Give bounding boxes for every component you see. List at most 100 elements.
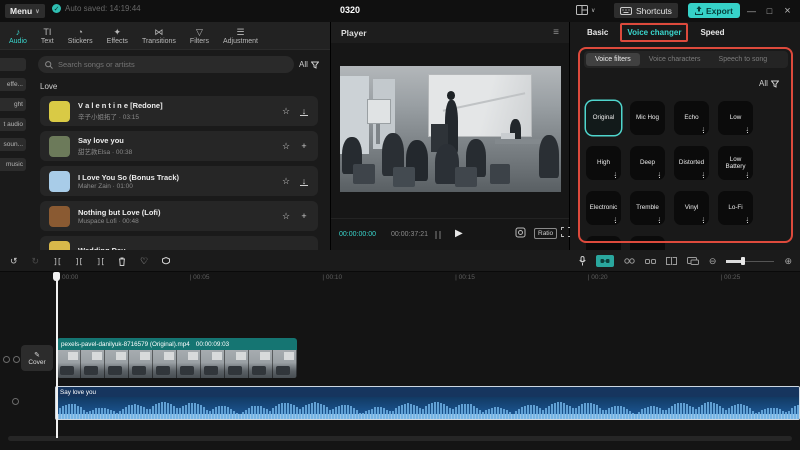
- play-button[interactable]: ▶: [455, 228, 463, 239]
- search-box[interactable]: [38, 56, 294, 73]
- voice-changer-subtab[interactable]: Voice characters: [640, 53, 710, 66]
- zoom-out-icon[interactable]: ⊖: [709, 256, 717, 267]
- add-to-track-icon[interactable]: +: [299, 211, 309, 221]
- library-tab[interactable]: ♪ Audio: [2, 27, 34, 45]
- library-tab[interactable]: TI Text: [34, 27, 61, 45]
- voice-filter-tile[interactable]: Deep ↓: [630, 146, 665, 180]
- song-card[interactable]: Say love you 甜艺款Elsa · 00:38 ☆ +: [40, 131, 318, 161]
- shortcuts-button[interactable]: Shortcuts: [614, 3, 678, 18]
- ratio-button[interactable]: Ratio: [534, 228, 557, 239]
- timeline-horizontal-scrollbar[interactable]: [8, 436, 792, 441]
- close-button[interactable]: ×: [780, 3, 795, 18]
- microphone-icon[interactable]: [579, 256, 586, 266]
- download-icon[interactable]: ↓: [299, 106, 309, 116]
- settings-tab[interactable]: Voice changer: [627, 28, 681, 37]
- mirror-icon[interactable]: ♡: [140, 257, 148, 266]
- split-icon[interactable]: ][: [53, 257, 61, 266]
- voice-filter-tile[interactable]: Mic Hog: [630, 101, 665, 135]
- voice-filter-tile[interactable]: Lo-Fi ↓: [718, 191, 753, 225]
- settings-tab[interactable]: Speed: [700, 28, 724, 37]
- voice-filter-tile[interactable]: Vinyl ↓: [674, 191, 709, 225]
- timeline-zoom-slider[interactable]: [726, 257, 774, 265]
- chair-1: [353, 164, 375, 184]
- layout-switch-button[interactable]: ∨: [576, 5, 595, 15]
- audio-category-label: music: [6, 161, 23, 168]
- export-button[interactable]: Export: [688, 3, 740, 18]
- audio-category-item[interactable]: soun...: [0, 138, 26, 151]
- mask-icon[interactable]: [162, 257, 170, 266]
- add-to-track-icon[interactable]: +: [299, 141, 309, 151]
- favorite-icon[interactable]: ☆: [281, 176, 291, 187]
- video-clip[interactable]: pexels-pavel-danilyuk-8716579 (Original)…: [57, 338, 297, 378]
- minimize-button[interactable]: —: [744, 3, 759, 18]
- menu-button[interactable]: Menu ∨: [5, 4, 45, 18]
- library-tab[interactable]: ◔ Stickers: [61, 27, 100, 45]
- song-thumbnail: [49, 101, 70, 122]
- ruler-tick: 00:00: [62, 274, 78, 281]
- toggle-track-visibility-icon[interactable]: [3, 356, 10, 363]
- display-mode-icon[interactable]: [687, 257, 699, 265]
- link-clips-icon[interactable]: [645, 258, 656, 265]
- maximize-button[interactable]: □: [762, 3, 777, 18]
- voice-filter-tile-partial[interactable]: [630, 236, 665, 250]
- voice-changer-subtab[interactable]: Speech to song: [710, 53, 777, 66]
- song-card[interactable]: I Love You So (Bonus Track) Maher Zain ·…: [40, 166, 318, 196]
- pause-icon[interactable]: [435, 231, 441, 239]
- delete-right-icon[interactable]: ][: [96, 257, 104, 266]
- audio-clip[interactable]: Say love you: [55, 386, 800, 420]
- library-tab[interactable]: ⋈ Transitions: [135, 27, 183, 45]
- library-tab-icon: ♪: [16, 27, 21, 37]
- library-tab[interactable]: ▽ Filters: [183, 27, 216, 45]
- songs-filter-button[interactable]: All: [299, 60, 319, 69]
- undo-icon[interactable]: ↺: [10, 257, 18, 266]
- voice-filter-tile[interactable]: Distorted ↓: [674, 146, 709, 180]
- mute-audio-track-icon[interactable]: [12, 398, 19, 405]
- favorite-icon[interactable]: ☆: [281, 106, 291, 117]
- library-tab-icon: ☰: [236, 27, 244, 37]
- download-icon: ↓: [658, 216, 662, 223]
- voice-filter-tile[interactable]: Tremble ↓: [630, 191, 665, 225]
- song-card[interactable]: Nothing but Love (Lofi) Muspace Lofi · 0…: [40, 201, 318, 231]
- playhead[interactable]: [56, 272, 58, 438]
- zoom-slider-handle[interactable]: [741, 257, 745, 265]
- settings-tab[interactable]: Basic: [587, 28, 608, 37]
- audio-category-item[interactable]: t audio: [0, 118, 26, 131]
- redo-icon[interactable]: ↻: [32, 257, 40, 266]
- voice-filter-tile[interactable]: High ↓: [586, 146, 621, 180]
- audio-category-item[interactable]: music: [0, 158, 26, 171]
- auto-snap-toggle[interactable]: [596, 255, 614, 267]
- song-card[interactable]: Wedding Day: [40, 236, 318, 250]
- voice-filter-tile[interactable]: Low ↓: [718, 101, 753, 135]
- library-tab-label: Filters: [190, 38, 209, 45]
- voice-filter-tile-partial[interactable]: [586, 236, 621, 250]
- download-icon: ↓: [658, 171, 662, 178]
- preview-axis-icon[interactable]: [624, 257, 635, 265]
- library-tab[interactable]: ✦ Effects: [100, 27, 135, 45]
- audio-category-item[interactable]: effe...: [0, 78, 26, 91]
- voice-filter-all-button[interactable]: All: [759, 79, 779, 88]
- voice-filter-tile[interactable]: Electronic ↓: [586, 191, 621, 225]
- voice-filter-tile[interactable]: Low Battery ↓: [718, 146, 753, 180]
- layout-icon: [576, 5, 588, 15]
- cover-button[interactable]: ✎ Cover: [21, 345, 53, 371]
- library-tab[interactable]: ☰ Adjustment: [216, 27, 265, 45]
- audio-category-item[interactable]: ght: [0, 98, 26, 111]
- player-menu-icon[interactable]: ≡: [553, 27, 559, 38]
- voice-filter-tile[interactable]: Original: [586, 101, 621, 135]
- delete-left-icon[interactable]: ][: [75, 257, 83, 266]
- delete-icon[interactable]: [118, 257, 126, 266]
- voice-filter-tile[interactable]: Echo ↓: [674, 101, 709, 135]
- split-view-icon[interactable]: [666, 257, 677, 265]
- video-preview[interactable]: [340, 66, 561, 192]
- favorite-icon[interactable]: ☆: [281, 211, 291, 222]
- search-input[interactable]: [58, 60, 258, 69]
- mute-video-track-icon[interactable]: [13, 356, 20, 363]
- song-card[interactable]: V a l e n t i n e [Redone] 辛子小姐拓了 · 03:1…: [40, 96, 318, 126]
- zoom-in-icon[interactable]: ⊕: [784, 256, 792, 267]
- timeline-ruler[interactable]: 00:00| 00:05| 00:10| 00:15| 00:20| 00:25: [0, 272, 800, 284]
- audio-category-item[interactable]: [0, 58, 26, 71]
- preview-quality-icon[interactable]: [515, 227, 526, 238]
- voice-changer-subtab[interactable]: Voice filters: [586, 53, 640, 66]
- favorite-icon[interactable]: ☆: [281, 141, 291, 152]
- download-icon[interactable]: ↓: [299, 176, 309, 186]
